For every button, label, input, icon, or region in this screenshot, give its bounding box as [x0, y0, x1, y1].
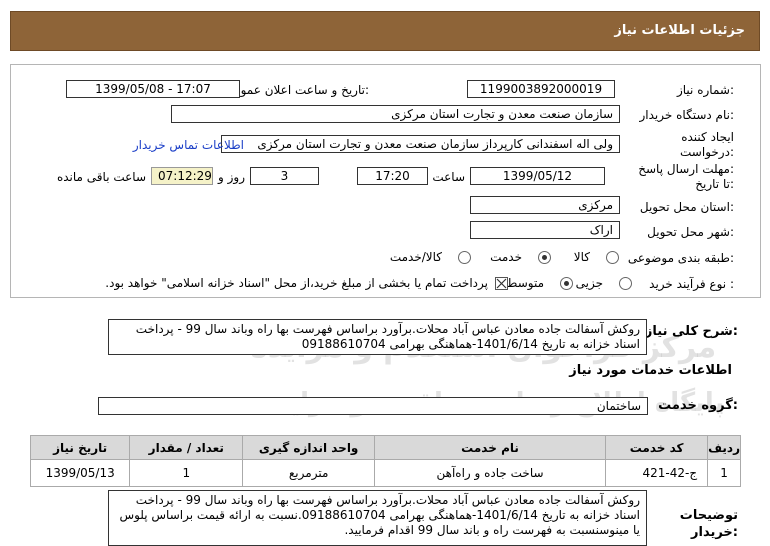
city-field: اراک [470, 221, 620, 239]
announce-field: 1399/05/08 - 17:07 [66, 80, 240, 98]
remaining-label: ساعت باقی مانده [56, 170, 146, 184]
column-header: نام خدمت [373, 435, 607, 460]
services-table: ردیف کد خدمت نام خدمت واحد اندازه گیری ت… [29, 435, 741, 487]
buyer-org-field: سازمان صنعت معدن و تجارت استان مرکزی [171, 105, 620, 123]
province-field: مرکزی [470, 196, 620, 214]
creator-label: درخواست: [680, 145, 734, 159]
deadline-label: تا تاریخ: [695, 177, 734, 191]
summary-field: روکش آسفالت جاده معادن عباس آباد محلات.ب… [108, 319, 647, 355]
table-cell: 1 [707, 459, 741, 487]
payment-note: پرداخت تمام یا بخشی از مبلغ خرید،از محل … [105, 276, 488, 290]
services-info-title: اطلاعات خدمات مورد نیاز [569, 363, 732, 378]
column-header: کد خدمت [605, 435, 709, 460]
process-option-label: متوسط [506, 276, 544, 290]
category-option-label: کالا [573, 250, 590, 264]
category-option-label: خدمت [490, 250, 522, 264]
city-label: شهر محل تحویل: [647, 225, 734, 239]
category-label: طبقه بندی موضوعی: [627, 251, 734, 265]
table-cell: 1 [129, 459, 244, 487]
category-radio-goods[interactable] [606, 251, 619, 264]
buyer-org-label: نام دستگاه خریدار: [639, 108, 735, 122]
table-header-row: ردیف کد خدمت نام خدمت واحد اندازه گیری ت… [29, 435, 741, 460]
table-cell: مترمربع [242, 459, 375, 487]
column-header: ردیف [707, 435, 741, 460]
column-header: تاریخ نیاز [29, 435, 131, 460]
table-cell: ساخت جاده و راه‌آهن [373, 459, 607, 487]
time-label: ساعت [432, 170, 465, 184]
process-option-label: جزیی [575, 276, 603, 290]
remaining-time-field: 07:12:29 [151, 167, 213, 185]
summary-label: شرح کلی نیاز: [644, 324, 738, 339]
checkbox-x-icon [496, 278, 507, 289]
process-radio-minor[interactable] [619, 277, 632, 290]
page-header: جزئیات اطلاعات نیاز [10, 11, 760, 51]
days-label: روز و [218, 170, 245, 184]
buyer-notes-field: روکش آسفالت جاده معادن عباس آباد محلات.ب… [108, 490, 647, 546]
column-header: تعداد / مقدار [129, 435, 244, 460]
page-title: جزئیات اطلاعات نیاز [614, 23, 745, 38]
service-group-label: گروه خدمت: [658, 398, 738, 413]
deadline-time-field: 17:20 [357, 167, 428, 185]
payment-checkbox[interactable] [495, 277, 508, 290]
category-option-label: کالا/خدمت [389, 250, 442, 264]
deadline-date-field: 1399/05/12 [470, 167, 605, 185]
table-cell: 1399/05/13 [29, 459, 131, 487]
creator-label: ایجاد کننده [681, 130, 734, 144]
announce-label: تاریخ و ساعت اعلان عمومی: [224, 83, 369, 97]
service-group-field: ساختمان [98, 397, 648, 415]
need-number-label: شماره نیاز: [676, 83, 734, 97]
buyer-notes-label: توضیحات [679, 508, 738, 523]
category-radio-service[interactable] [538, 251, 551, 264]
province-label: استان محل تحویل: [639, 200, 734, 214]
process-radio-medium[interactable] [560, 277, 573, 290]
buyer-notes-label: خریدار: [691, 525, 738, 540]
creator-field: ولی اله اسفندانی کارپرداز سازمان صنعت مع… [221, 135, 620, 153]
days-count-field: 3 [250, 167, 319, 185]
process-label: نوع فرآیند خرید : [649, 277, 734, 291]
table-row: 1 ج-42-421 ساخت جاده و راه‌آهن مترمربع 1… [29, 459, 741, 487]
table-cell: ج-42-421 [605, 459, 709, 487]
column-header: واحد اندازه گیری [242, 435, 375, 460]
deadline-label: مهلت ارسال پاسخ: [638, 162, 734, 176]
category-radio-goods-service[interactable] [458, 251, 471, 264]
need-number-field: 1199003892000019 [467, 80, 615, 98]
buyer-contact-link[interactable]: اطلاعات تماس خریدار [133, 138, 244, 152]
